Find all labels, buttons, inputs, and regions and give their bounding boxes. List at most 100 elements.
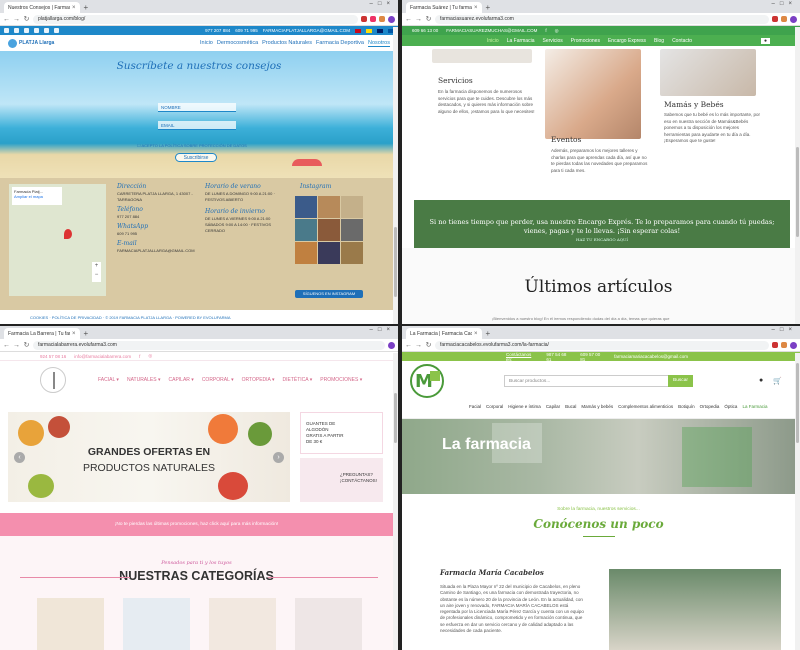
nav-contacto[interactable]: Contacto (672, 38, 692, 44)
menu-facial[interactable]: Facial (469, 404, 481, 409)
browser-tab[interactable]: Farmacia Suárez | Tu farmacia o...× (406, 2, 482, 13)
window-controls[interactable]: –□× (370, 327, 395, 333)
profile-avatar[interactable] (388, 15, 395, 23)
category-card[interactable] (37, 598, 104, 650)
youtube-icon[interactable] (34, 28, 39, 33)
forward-icon[interactable]: → (415, 342, 422, 349)
flag-en-icon[interactable] (377, 28, 383, 33)
new-tab-icon[interactable]: + (80, 2, 93, 13)
nav-farmacia-deportiva[interactable]: Farmacia Deportiva (316, 40, 364, 46)
nav-promociones[interactable]: PROMOCIONES ▾ (320, 377, 362, 383)
browser-tab[interactable]: Farmacia La Barrera | Tu farmacia× (4, 328, 80, 339)
menu-bucal[interactable]: Bucal (565, 404, 576, 409)
reload-icon[interactable]: ↻ (23, 15, 30, 23)
menu-corporal[interactable]: Corporal (486, 404, 503, 409)
nav-servicios[interactable]: Servicios (542, 38, 562, 44)
profile-avatar[interactable] (790, 341, 797, 349)
nav-nosotros[interactable]: Nosotros (367, 40, 390, 47)
menu-higiene[interactable]: Higiene e íntima (508, 404, 541, 409)
instagram-feed[interactable] (295, 196, 363, 264)
nav-capilar[interactable]: CAPILAR ▾ (169, 377, 194, 383)
nav-facial[interactable]: FACIAL ▾ (98, 377, 119, 383)
back-icon[interactable]: ← (405, 342, 412, 349)
site-logo[interactable]: PLATJA Llarga (8, 38, 54, 48)
nav-dermocosmetica[interactable]: Dermocosmética (217, 40, 258, 46)
menu-la-farmacia[interactable]: La Farmacia (742, 404, 767, 409)
category-card[interactable] (295, 598, 362, 650)
browser-tab[interactable]: La Farmacia | Farmacia Cacabe...× (406, 328, 482, 339)
new-tab-icon[interactable]: + (482, 328, 495, 339)
scrollbar[interactable] (393, 353, 398, 650)
twitter-icon[interactable] (14, 28, 19, 33)
facebook-icon[interactable] (4, 28, 9, 33)
user-icon[interactable]: ● (759, 377, 763, 384)
promo-banner-contact[interactable]: ¿PREGUNTAS? ¡CONTÁCTANOS! (300, 458, 383, 502)
nav-promociones[interactable]: Promociones (571, 38, 600, 44)
menu-capilar[interactable]: Capilar (546, 404, 560, 409)
scrollbar[interactable] (795, 353, 800, 650)
url-field[interactable]: farmacialabarrera.evolufarma3.com (33, 340, 385, 350)
nav-ortopedia[interactable]: ORTOPEDIA ▾ (242, 377, 275, 383)
facebook-icon[interactable]: f (139, 354, 140, 359)
nav-inicio[interactable]: Inicio (200, 40, 213, 46)
subscribe-button[interactable]: Suscribirse (175, 153, 217, 162)
back-icon[interactable]: ← (3, 16, 10, 23)
close-tab-icon[interactable]: × (72, 331, 76, 337)
email-link[interactable]: FARMACIASUAREZMUCHAS@GMAIL.COM (446, 28, 537, 33)
close-tab-icon[interactable]: × (72, 5, 76, 11)
name-input[interactable]: NOMBRE (158, 103, 236, 112)
url-field[interactable]: platjallarga.com/blog/ (33, 14, 358, 24)
window-controls[interactable]: –□× (370, 1, 395, 7)
email-link[interactable]: FARMACIAPLATJALLARGA@GMAIL.COM (263, 28, 350, 33)
extension-icon[interactable] (781, 342, 787, 348)
instagram-icon[interactable] (24, 28, 29, 33)
chevron-right-icon[interactable]: › (273, 452, 284, 463)
nav-naturales[interactable]: NATURALES ▾ (127, 377, 161, 383)
promo-link-bar[interactable]: ¡No te pierdas las últimas promociones, … (0, 513, 393, 536)
google-map[interactable]: Farmacia Platj... Ampliar el mapa + − (9, 184, 106, 296)
instagram-icon[interactable]: ◎ (148, 353, 152, 359)
nav-dietetica[interactable]: DIETÉTICA ▾ (283, 377, 313, 383)
nav-blog[interactable]: Blog (654, 38, 664, 44)
encargo-link[interactable]: HAZ TU ENCARGO AQUÍ (414, 235, 790, 244)
site-logo[interactable]: M (410, 364, 444, 398)
hero-slider[interactable]: GRANDES OFERTAS EN PRODUCTOS NATURALES ‹… (8, 412, 290, 502)
instagram-follow-button[interactable]: SÍGUENOS EN INSTAGRAM (295, 290, 363, 298)
search-input[interactable]: Buscar productos... (504, 375, 670, 387)
new-tab-icon[interactable]: + (482, 2, 495, 13)
privacy-checkbox[interactable]: ☐ ACEPTO LA POLÍTICA SOBRE PROTECCIÓN DE… (137, 143, 247, 148)
nav-la-farmacia[interactable]: La Farmacia (507, 38, 535, 44)
window-controls[interactable]: –□× (772, 1, 797, 7)
site-logo[interactable] (40, 367, 66, 393)
user-icon[interactable] (44, 28, 49, 33)
search-button[interactable]: Buscar (668, 375, 693, 387)
reload-icon[interactable]: ↻ (425, 15, 432, 23)
extension-icon[interactable] (379, 16, 385, 22)
menu-botiquin[interactable]: Botiquín (678, 404, 695, 409)
chevron-left-icon[interactable]: ‹ (14, 452, 25, 463)
map-zoom-controls[interactable]: + − (92, 262, 101, 282)
scrollbar[interactable] (795, 27, 800, 324)
cart-icon[interactable] (54, 28, 59, 33)
category-card[interactable] (123, 598, 190, 650)
user-icon[interactable]: ● (760, 37, 770, 44)
email-input[interactable]: EMAIL (158, 121, 236, 130)
flag-es-icon[interactable] (355, 28, 361, 33)
scrollbar[interactable] (393, 27, 398, 324)
cart-icon[interactable]: 🛒 (773, 377, 782, 385)
reload-icon[interactable]: ↻ (425, 341, 432, 349)
profile-avatar[interactable] (790, 15, 797, 23)
window-controls[interactable]: –□× (772, 327, 797, 333)
forward-icon[interactable]: → (415, 16, 422, 23)
promo-banner-gloves[interactable]: GUANTES DE ALGODÓN GRATIS A PARTIR DE 30… (300, 412, 383, 454)
forward-icon[interactable]: → (13, 342, 20, 349)
menu-optica[interactable]: Óptica (724, 404, 737, 409)
extension-icon[interactable] (781, 16, 787, 22)
extension-icon[interactable] (370, 16, 376, 22)
close-tab-icon[interactable]: × (474, 331, 478, 337)
extension-icon[interactable] (772, 342, 778, 348)
facebook-icon[interactable]: f (545, 28, 546, 33)
extension-icon[interactable] (772, 16, 778, 22)
menu-complementos[interactable]: Complementos alimenticios (618, 404, 673, 409)
back-icon[interactable]: ← (3, 342, 10, 349)
